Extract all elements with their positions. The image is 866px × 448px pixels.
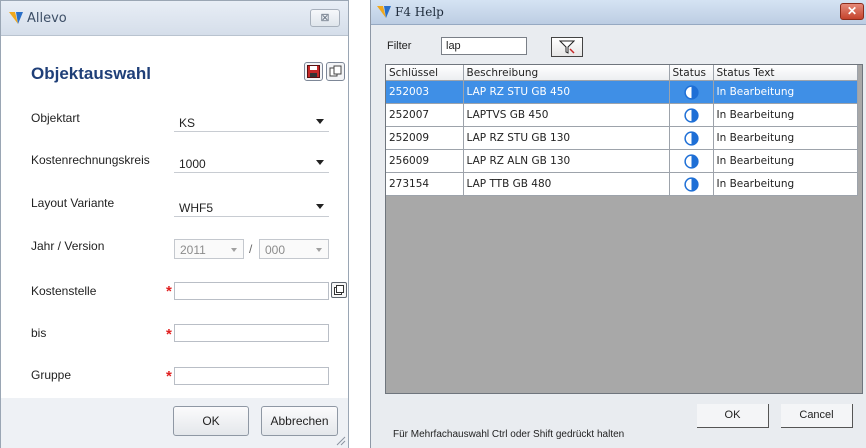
year-select: 2011: [174, 239, 244, 259]
f4-cancel-button[interactable]: Cancel: [781, 404, 853, 428]
cell-description: LAP RZ ALN GB 130: [463, 149, 670, 173]
objektauswahl-panel: Objektauswahl Objektart KS Kostenrechnun…: [1, 36, 348, 398]
half-circle-status-icon: [683, 84, 699, 100]
layout-variante-label: Layout Variante: [31, 196, 115, 210]
cell-status: [669, 172, 714, 196]
chevron-down-icon: [231, 248, 237, 252]
table-row[interactable]: 252003 LAP RZ STU GB 450 In Bearbeitung: [386, 80, 858, 104]
f4-help-window: F4 Help ✕ Filter lap Schlüssel Beschreib…: [370, 0, 866, 448]
allevo-logo-icon: [9, 11, 23, 25]
chevron-down-icon: [316, 160, 324, 165]
gruppe-input[interactable]: [174, 367, 329, 385]
allevo-titlebar: Allevo ⊠: [1, 1, 348, 36]
required-marker: *: [166, 326, 172, 343]
version-value: 000: [265, 243, 286, 257]
allevo-window-title: Allevo: [27, 11, 67, 26]
half-circle-status-icon: [683, 153, 699, 169]
required-marker: *: [166, 283, 172, 300]
half-circle-status-icon: [683, 107, 699, 123]
filter-icon[interactable]: [551, 37, 583, 57]
cell-status: [669, 126, 714, 150]
column-header-beschreibung[interactable]: Beschreibung: [463, 65, 670, 81]
required-marker: *: [166, 368, 172, 385]
cell-description: LAP TTB GB 480: [463, 172, 670, 196]
chevron-down-icon: [316, 248, 322, 252]
cell-key: 256009: [386, 149, 464, 173]
cell-key: 252003: [386, 80, 464, 104]
objektart-label: Objektart: [31, 111, 80, 125]
filter-input[interactable]: lap: [441, 37, 527, 55]
chevron-down-icon: [316, 204, 324, 209]
column-header-status-text[interactable]: Status Text: [713, 65, 858, 81]
ok-button[interactable]: OK: [173, 406, 249, 436]
cell-status-text: In Bearbeitung: [713, 80, 858, 104]
multi-select-hint: Für Mehrfachauswahl Ctrl oder Shift gedr…: [393, 429, 625, 440]
allevo-logo-icon: [377, 5, 391, 19]
cell-status: [669, 103, 714, 127]
abbrechen-button[interactable]: Abbrechen: [261, 406, 338, 436]
kostenrechnungskreis-label: Kostenrechnungskreis: [31, 153, 150, 167]
table-row[interactable]: 273154 LAP TTB GB 480 In Bearbeitung: [386, 172, 858, 196]
cell-key: 273154: [386, 172, 464, 196]
cell-status-text: In Bearbeitung: [713, 149, 858, 173]
year-version-separator: /: [249, 242, 253, 256]
table-body: 252003 LAP RZ STU GB 450 In Bearbeitung 252…: [386, 80, 858, 196]
resize-grip-icon[interactable]: [336, 436, 346, 446]
cell-status: [669, 80, 714, 104]
filter-label: Filter: [387, 40, 412, 52]
half-circle-status-icon: [683, 130, 699, 146]
version-select: 000: [259, 239, 329, 259]
half-circle-status-icon: [683, 176, 699, 192]
cell-description: LAPTVS GB 450: [463, 103, 670, 127]
layout-variante-select[interactable]: WHF5: [174, 197, 329, 217]
f4-close-button[interactable]: ✕: [840, 3, 864, 20]
kostenstelle-label: Kostenstelle: [31, 284, 97, 298]
table-row[interactable]: 252007 LAPTVS GB 450 In Bearbeitung: [386, 103, 858, 127]
result-table: Schlüssel Beschreibung Status Status Tex…: [385, 64, 863, 394]
save-icon[interactable]: [304, 62, 323, 81]
copy-icon[interactable]: [326, 62, 345, 81]
kostenrechnungskreis-select[interactable]: 1000: [174, 153, 329, 173]
page-title: Objektauswahl: [31, 64, 151, 83]
gruppe-label: Gruppe: [31, 368, 72, 382]
f4-titlebar: F4 Help ✕: [371, 0, 866, 25]
table-header-row: Schlüssel Beschreibung Status Status Tex…: [386, 65, 858, 81]
objektart-value: KS: [179, 116, 196, 130]
bis-label: bis: [31, 326, 47, 340]
table-row[interactable]: 252009 LAP RZ STU GB 130 In Bearbeitung: [386, 126, 858, 150]
cell-key: 252007: [386, 103, 464, 127]
allevo-close-button[interactable]: ⊠: [310, 9, 340, 27]
f4-ok-button[interactable]: OK: [697, 404, 769, 428]
cell-status: [669, 149, 714, 173]
layout-variante-value: WHF5: [179, 201, 213, 215]
year-value: 2011: [180, 243, 206, 257]
allevo-window: Allevo ⊠ Objektauswahl Objektart KS Kost…: [0, 0, 349, 448]
cell-description: LAP RZ STU GB 130: [463, 126, 670, 150]
bis-input[interactable]: [174, 324, 329, 342]
cell-description: LAP RZ STU GB 450: [463, 80, 670, 104]
jahr-version-label: Jahr / Version: [31, 239, 105, 253]
objektart-select[interactable]: KS: [174, 112, 329, 132]
value-help-icon[interactable]: [331, 282, 347, 298]
cell-status-text: In Bearbeitung: [713, 103, 858, 127]
chevron-down-icon: [316, 119, 324, 124]
cell-key: 252009: [386, 126, 464, 150]
kostenstelle-input[interactable]: [174, 282, 329, 300]
kostenrechnungskreis-value: 1000: [179, 157, 206, 171]
f4-window-title: F4 Help: [395, 5, 444, 19]
table-row[interactable]: 256009 LAP RZ ALN GB 130 In Bearbeitung: [386, 149, 858, 173]
cell-status-text: In Bearbeitung: [713, 172, 858, 196]
allevo-footer: OK Abbrechen: [1, 398, 348, 448]
column-header-status[interactable]: Status: [669, 65, 714, 81]
cell-status-text: In Bearbeitung: [713, 126, 858, 150]
column-header-schluessel[interactable]: Schlüssel: [386, 65, 464, 81]
